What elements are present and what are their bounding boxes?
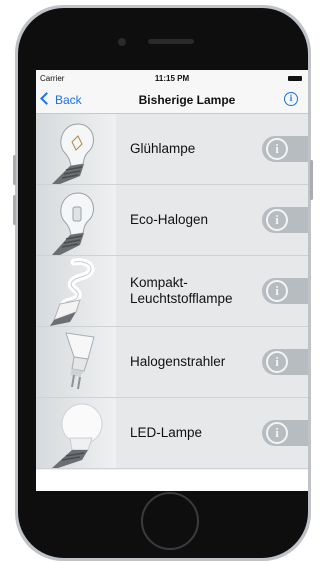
home-button[interactable] [141, 492, 199, 550]
back-label: Back [55, 93, 82, 107]
list-item-halogenstrahler[interactable]: Halogenstrahler i [36, 327, 308, 398]
item-label: Kompakt- Leuchtstofflampe [130, 275, 233, 306]
list-item-eco-halogen[interactable]: Eco-Halogen i [36, 185, 308, 256]
side-button-power [310, 160, 313, 200]
screen: Carrier 11:15 PM Back Bisherige Lampe i … [36, 70, 308, 491]
info-button[interactable]: i [262, 420, 308, 446]
info-icon: i [266, 209, 288, 231]
compact-fluorescent-bulb-icon [36, 256, 116, 326]
incandescent-bulb-icon [36, 114, 116, 184]
item-label: Glühlampe [130, 141, 196, 156]
side-button-volume-up [13, 155, 16, 185]
info-button[interactable]: i [262, 278, 308, 304]
battery-icon [288, 76, 302, 81]
info-button[interactable]: i [262, 349, 308, 375]
info-button[interactable]: i [262, 136, 308, 162]
info-icon[interactable]: i [284, 92, 298, 106]
item-label: Halogenstrahler [130, 354, 226, 369]
info-button[interactable]: i [262, 207, 308, 233]
earpiece-speaker [148, 39, 194, 44]
page-title: Bisherige Lampe [138, 93, 236, 107]
halogen-spot-icon [36, 327, 116, 397]
back-button[interactable]: Back [40, 92, 82, 107]
list-item-kompakt-leuchtstofflampe[interactable]: Kompakt- Leuchtstofflampe i [36, 256, 308, 327]
status-bar: Carrier 11:15 PM [36, 70, 308, 86]
list-item-led-lampe[interactable]: LED-Lampe i [36, 398, 308, 469]
navigation-bar: Back Bisherige Lampe i [36, 86, 308, 114]
eco-halogen-bulb-icon [36, 185, 116, 255]
info-icon: i [266, 280, 288, 302]
info-icon: i [266, 138, 288, 160]
led-bulb-icon [36, 398, 116, 468]
item-label: LED-Lampe [130, 425, 203, 440]
info-icon: i [266, 351, 288, 373]
status-time: 11:15 PM [154, 74, 190, 83]
chevron-left-icon [40, 92, 53, 105]
info-icon: i [266, 422, 288, 444]
list-item-gluehlampe[interactable]: Glühlampe i [36, 114, 308, 185]
list-footer [36, 470, 308, 491]
side-button-volume-down [13, 195, 16, 225]
front-camera [118, 38, 126, 46]
item-label: Eco-Halogen [130, 212, 209, 227]
